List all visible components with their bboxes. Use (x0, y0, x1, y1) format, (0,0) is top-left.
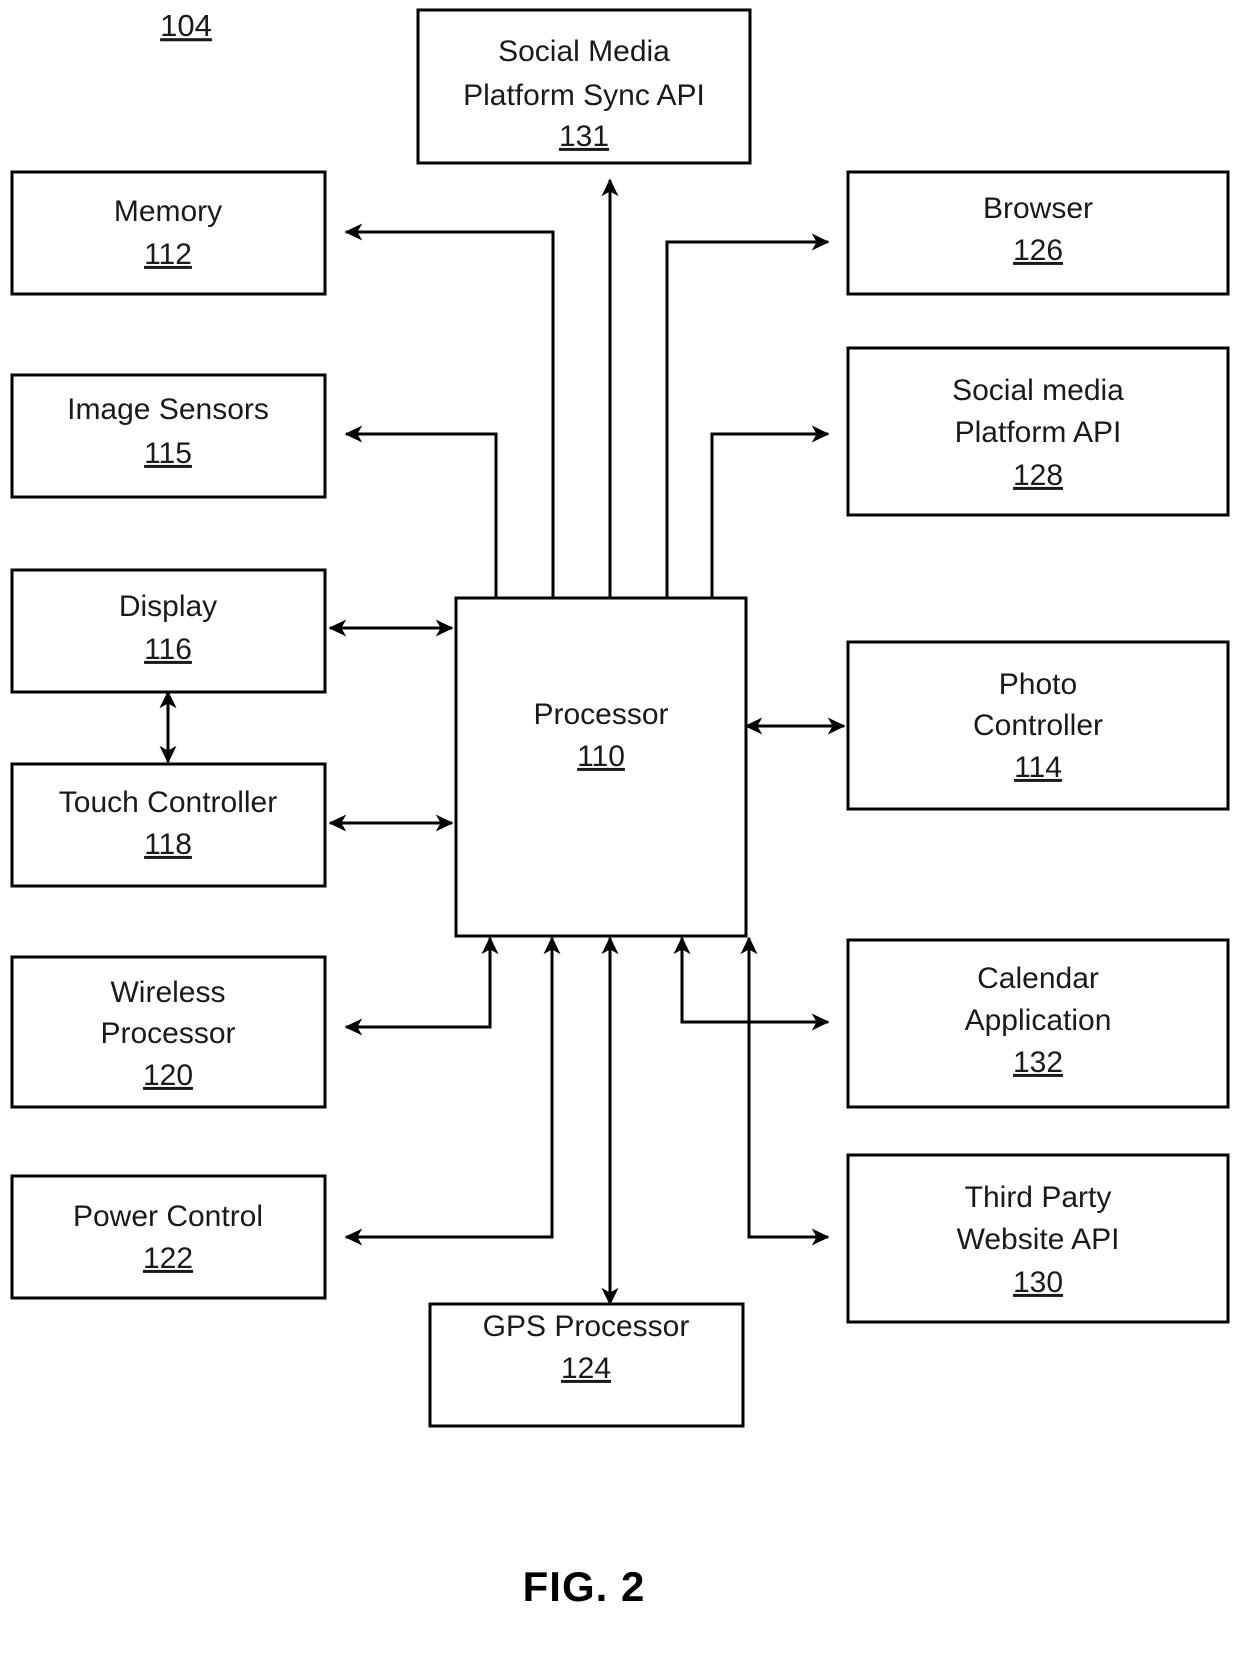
image-sensors-ref: 115 (144, 437, 192, 470)
calendar-application-ref: 132 (1013, 1046, 1063, 1079)
node-wireless-processor[interactable]: Wireless Processor 120 (10, 955, 327, 1109)
social-media-platform-api-label-line2: Platform API (955, 416, 1122, 449)
node-social-media-platform-api[interactable]: Social media Platform API 128 (846, 346, 1230, 517)
social-media-sync-api-ref: 131 (559, 120, 609, 153)
connector-processor-to-calendar-application (673, 936, 830, 1031)
photo-controller-ref: 114 (1014, 751, 1062, 784)
wireless-processor-label-line1: Wireless (110, 976, 225, 1009)
node-calendar-application[interactable]: Calendar Application 132 (846, 938, 1230, 1109)
node-gps-processor[interactable]: GPS Processor 124 (428, 1302, 745, 1428)
image-sensors-label: Image Sensors (67, 393, 269, 426)
social-media-sync-api-label-line1: Social Media (498, 35, 670, 68)
node-power-control[interactable]: Power Control 122 (10, 1174, 327, 1300)
social-media-sync-api-label-line2: Platform Sync API (463, 79, 705, 112)
photo-controller-label-line1: Photo (999, 668, 1077, 701)
social-media-platform-api-label-line1: Social media (952, 374, 1124, 407)
processor-ref: 110 (577, 740, 625, 773)
node-display[interactable]: Display 116 (10, 568, 327, 694)
browser-ref: 126 (1013, 234, 1063, 267)
wireless-processor-ref: 120 (143, 1059, 193, 1092)
diagram-canvas: 104 Social Media Platform Sync API 131 M… (10, 8, 1230, 1610)
wireless-processor-label-line2: Processor (100, 1017, 235, 1050)
display-label: Display (119, 590, 217, 623)
node-third-party-website-api[interactable]: Third Party Website API 130 (846, 1153, 1230, 1324)
memory-label: Memory (114, 195, 222, 228)
node-browser[interactable]: Browser 126 (846, 170, 1230, 296)
figure-caption: FIG. 2 (523, 1563, 646, 1610)
connector-processor-to-memory (344, 223, 555, 598)
connector-processor-to-third-party-website-api (740, 936, 830, 1246)
memory-ref: 112 (144, 238, 192, 271)
connector-processor-to-image-sensors (344, 425, 498, 598)
social-media-platform-api-ref: 128 (1013, 459, 1063, 492)
connector-wireless-processor-to-processor (344, 936, 499, 1036)
calendar-application-label-line2: Application (965, 1004, 1112, 1037)
third-party-website-api-label-line1: Third Party (965, 1181, 1112, 1214)
connector-processor-to-browser (665, 233, 830, 598)
gps-processor-ref: 124 (561, 1352, 611, 1385)
browser-label: Browser (983, 192, 1093, 225)
node-memory[interactable]: Memory 112 (10, 170, 327, 296)
gps-processor-label: GPS Processor (483, 1310, 690, 1343)
third-party-website-api-ref: 130 (1013, 1266, 1063, 1299)
connector-power-control-to-processor (344, 936, 561, 1246)
power-control-ref: 122 (143, 1242, 193, 1275)
node-image-sensors[interactable]: Image Sensors 115 (10, 373, 327, 499)
node-social-media-platform-sync-api[interactable]: Social Media Platform Sync API 131 (416, 8, 752, 165)
third-party-website-api-label-line2: Website API (957, 1223, 1120, 1256)
display-ref: 116 (144, 633, 192, 666)
node-photo-controller[interactable]: Photo Controller 114 (846, 640, 1230, 811)
processor-label: Processor (533, 698, 668, 731)
node-touch-controller[interactable]: Touch Controller 118 (10, 762, 327, 888)
touch-controller-ref: 118 (144, 828, 192, 861)
calendar-application-label-line1: Calendar (977, 962, 1099, 995)
connector-processor-to-social-media-platform-api (710, 425, 830, 598)
system-reference-104: 104 (160, 8, 212, 43)
node-processor[interactable]: Processor 110 (454, 596, 748, 938)
touch-controller-label: Touch Controller (59, 786, 277, 819)
photo-controller-label-line2: Controller (973, 709, 1103, 742)
power-control-label: Power Control (73, 1200, 263, 1233)
block-diagram: 104 Social Media Platform Sync API 131 M… (0, 0, 1240, 1659)
